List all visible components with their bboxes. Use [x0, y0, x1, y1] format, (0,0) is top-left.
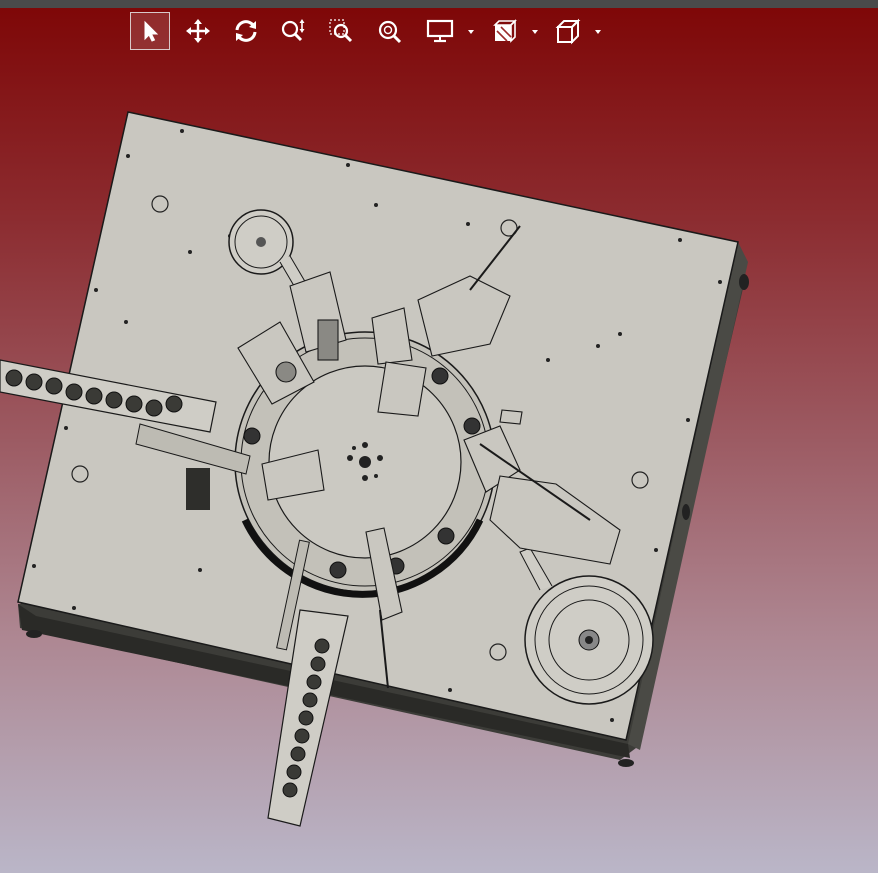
view-orientation-button[interactable]	[548, 12, 588, 50]
zoom-fit-icon	[378, 20, 402, 44]
pan-tool-button[interactable]	[178, 12, 218, 50]
zoom-window-icon	[329, 19, 353, 43]
section-view-icon	[493, 19, 517, 43]
cursor-arrow-icon	[144, 20, 159, 42]
section-view-button[interactable]	[484, 12, 524, 50]
cad-model-view[interactable]	[0, 0, 878, 873]
chevron-down-icon[interactable]	[466, 28, 476, 36]
zoom-tool-button[interactable]	[274, 12, 314, 50]
select-tool-button[interactable]	[130, 12, 170, 50]
3d-viewport[interactable]	[0, 0, 878, 873]
view-toolbar	[0, 10, 878, 54]
zoom-icon	[281, 19, 305, 42]
display-mode-button[interactable]	[420, 12, 460, 50]
rotate-icon	[235, 20, 257, 42]
monitor-icon	[426, 19, 454, 43]
zoom-fit-tool-button[interactable]	[370, 12, 410, 50]
chevron-down-icon[interactable]	[530, 28, 540, 36]
move-arrows-icon	[186, 19, 210, 43]
window-top-border	[0, 0, 878, 8]
chevron-down-icon[interactable]	[593, 28, 603, 36]
zoom-window-tool-button[interactable]	[322, 12, 362, 50]
cube-view-icon	[555, 18, 581, 45]
rotate-tool-button[interactable]	[226, 12, 266, 50]
